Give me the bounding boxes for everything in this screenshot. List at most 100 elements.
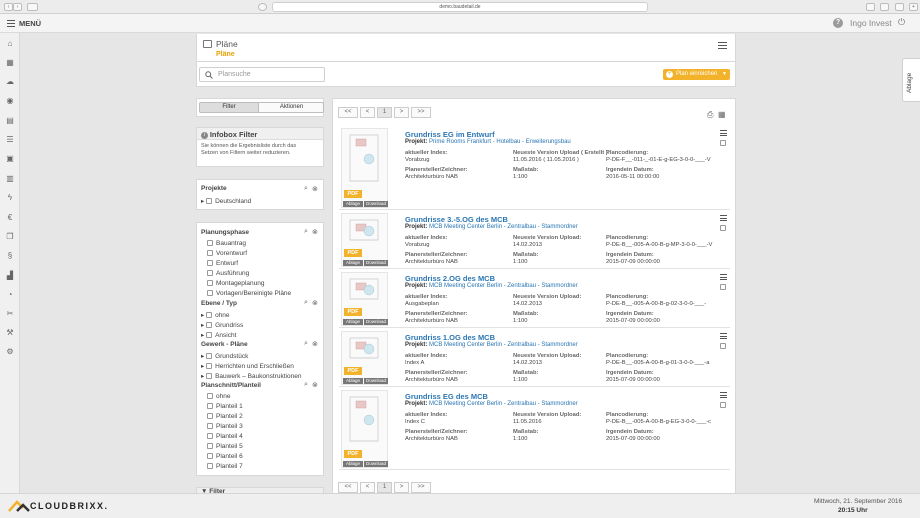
euro-icon[interactable]: € (5, 213, 15, 222)
ablage-button[interactable]: Ablage (343, 260, 363, 266)
download-button[interactable]: Download (364, 201, 388, 207)
clear-filter-icon[interactable]: ⊗ (312, 299, 318, 307)
plan-title[interactable]: Grundrisse 3.-5.OG des MCB (405, 215, 508, 224)
checkbox[interactable] (207, 260, 213, 267)
checkbox[interactable] (206, 198, 213, 205)
ablage-button[interactable]: Ablage (343, 378, 363, 384)
plan-row[interactable]: PDF Ablage Download Grundrisse 3.-5.OG des … (339, 211, 730, 269)
plan-title[interactable]: Grundriss 1.OG des MCB (405, 333, 495, 342)
home-icon[interactable]: ⌂ (5, 39, 15, 48)
search-input[interactable]: Plansuche (199, 67, 325, 82)
checkbox[interactable] (207, 423, 213, 430)
ablage-button[interactable]: Ablage (343, 319, 363, 325)
calendar-icon[interactable]: ▥ (5, 174, 15, 183)
checkbox[interactable] (206, 332, 213, 339)
download-button[interactable]: Download (364, 378, 388, 384)
print-icon[interactable]: ⎙ (707, 110, 713, 120)
expand-icon[interactable]: ▸ (201, 363, 204, 370)
clear-filter-icon[interactable]: ⊗ (312, 340, 318, 348)
tab-aktionen[interactable]: Aktionen (260, 103, 323, 112)
pdf-badge[interactable]: PDF (344, 450, 362, 458)
plan-row[interactable]: PDF Ablage Download Grundriss EG des MCB Pro… (339, 388, 730, 470)
filter-item[interactable]: Planteil 1 (207, 403, 243, 410)
plan-thumbnail[interactable]: PDF Ablage Download (341, 272, 388, 326)
row-menu-icon[interactable] (720, 333, 727, 341)
filter-item[interactable]: ▸ ohne (201, 311, 230, 319)
pdf-badge[interactable]: PDF (344, 190, 362, 198)
new-tab-icon[interactable]: + (909, 3, 918, 11)
filter-item[interactable]: ▸ Herrichten und Erschließen (201, 362, 294, 370)
pager-last[interactable]: >> (411, 107, 431, 118)
pager-first[interactable]: << (338, 107, 358, 118)
project-link[interactable]: MCB Meeting Center Berlin - Zentralbau -… (429, 224, 578, 230)
pager-prev[interactable]: < (360, 107, 375, 118)
image-icon[interactable]: ▣ (5, 154, 15, 163)
clear-filter-icon[interactable]: ⊗ (312, 185, 318, 193)
row-menu-icon[interactable] (720, 392, 727, 400)
back-icon[interactable]: ‹ (4, 3, 13, 11)
filter-item[interactable]: Planteil 2 (207, 413, 243, 420)
timer-icon[interactable]: ◔ (5, 290, 15, 299)
plan-thumbnail[interactable]: PDF Ablage Download (341, 331, 388, 385)
project-link[interactable]: MCB Meeting Center Berlin - Zentralbau -… (429, 283, 578, 289)
filter-item[interactable]: Planteil 5 (207, 443, 243, 450)
checkbox[interactable] (207, 290, 213, 297)
checkbox[interactable] (207, 250, 213, 257)
checkbox[interactable] (207, 453, 213, 460)
expand-icon[interactable]: ▸ (201, 373, 204, 380)
plan-title[interactable]: Grundriss EG des MCB (405, 392, 488, 401)
expand-icon[interactable]: ▸ (201, 332, 204, 339)
filter-item[interactable]: Bauantrag (207, 240, 246, 247)
share-icon[interactable] (880, 3, 889, 11)
plan-row[interactable]: PDF Ablage Download Grundriss 2.OG des MCB P… (339, 270, 730, 328)
hamburger-icon[interactable] (7, 20, 15, 29)
plan-row[interactable]: PDF Ablage Download Grundriss EG im Entwurf… (339, 126, 730, 210)
project-link[interactable]: Prime Rooms Frankfurt - Hotelbau - Erwei… (429, 139, 571, 145)
filter-item[interactable]: Ausführung (207, 270, 249, 277)
search-icon[interactable]: ⌕ (304, 299, 308, 307)
ablage-button[interactable]: Ablage (343, 461, 363, 467)
pager-first[interactable]: << (338, 482, 358, 493)
pdf-badge[interactable]: PDF (344, 249, 362, 257)
download-icon[interactable] (866, 3, 875, 11)
filter-item[interactable]: ▸ Grundriss (201, 321, 243, 329)
plan-thumbnail[interactable]: PDF Ablage Download (341, 213, 388, 267)
wrench-icon[interactable]: ⚒ (5, 328, 15, 337)
lightning-icon[interactable]: ϟ (5, 193, 15, 202)
sidebar-toggle-icon[interactable] (27, 3, 38, 11)
plan-einreichen-button[interactable]: + Plan einreichen ▼ (663, 69, 730, 80)
filter-item[interactable]: Montageplanung (207, 280, 264, 287)
copy-icon[interactable]: ❐ (5, 232, 15, 241)
checkbox[interactable] (207, 413, 213, 420)
project-link[interactable]: MCB Meeting Center Berlin - Zentralbau -… (429, 401, 578, 407)
help-icon[interactable]: ? (833, 18, 843, 28)
tabs-icon[interactable] (895, 3, 904, 11)
row-checkbox[interactable] (720, 140, 726, 146)
checkbox[interactable] (206, 373, 213, 380)
filter-item[interactable]: ▸ Grundstück (201, 352, 248, 360)
filter-item[interactable]: ▸ Ansicht (201, 331, 236, 339)
plan-thumbnail[interactable]: PDF Ablage Download (341, 128, 388, 208)
document-icon[interactable]: ▤ (5, 116, 15, 125)
row-checkbox[interactable] (720, 225, 726, 231)
checkbox[interactable] (207, 463, 213, 470)
checkbox[interactable] (207, 240, 213, 247)
checkbox[interactable] (207, 433, 213, 440)
filter-item[interactable]: ohne (207, 393, 230, 400)
search-icon[interactable]: ⌕ (304, 185, 308, 193)
ablage-tab[interactable]: Ablage (902, 58, 920, 102)
download-button[interactable]: Download (364, 319, 388, 325)
checkbox[interactable] (207, 280, 213, 287)
forward-icon[interactable]: › (13, 3, 22, 11)
expand-icon[interactable]: ▸ (201, 312, 204, 319)
row-menu-icon[interactable] (720, 274, 727, 282)
extension-icon[interactable] (258, 3, 267, 11)
download-button[interactable]: Download (364, 461, 388, 467)
checkbox[interactable] (207, 443, 213, 450)
checkbox[interactable] (207, 393, 213, 400)
expand-icon[interactable]: ▸ (201, 322, 204, 329)
user-name[interactable]: Ingo Invest (850, 18, 892, 28)
search-icon[interactable]: ⌕ (304, 381, 308, 389)
floorplan-icon[interactable]: ▦ (5, 58, 15, 67)
ablage-button[interactable]: Ablage (343, 201, 363, 207)
